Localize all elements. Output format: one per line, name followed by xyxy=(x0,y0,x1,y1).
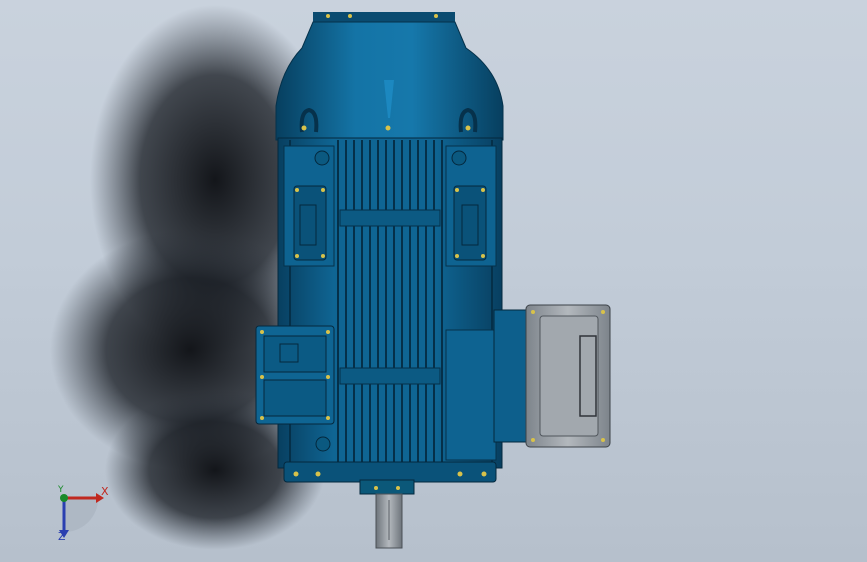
main-terminal-box[interactable] xyxy=(493,304,611,448)
auxiliary-terminal-box[interactable] xyxy=(255,325,335,425)
model-scene[interactable] xyxy=(0,0,867,562)
fan-cover[interactable] xyxy=(275,12,504,141)
x-axis-label: X xyxy=(101,485,109,498)
nameplate xyxy=(293,185,327,261)
z-axis-label: Z xyxy=(58,530,66,543)
y-axis-label: Y xyxy=(58,485,64,495)
nameplate xyxy=(453,185,487,261)
shaft[interactable] xyxy=(375,493,403,549)
graphics-viewport[interactable]: X Y Z xyxy=(0,0,867,562)
